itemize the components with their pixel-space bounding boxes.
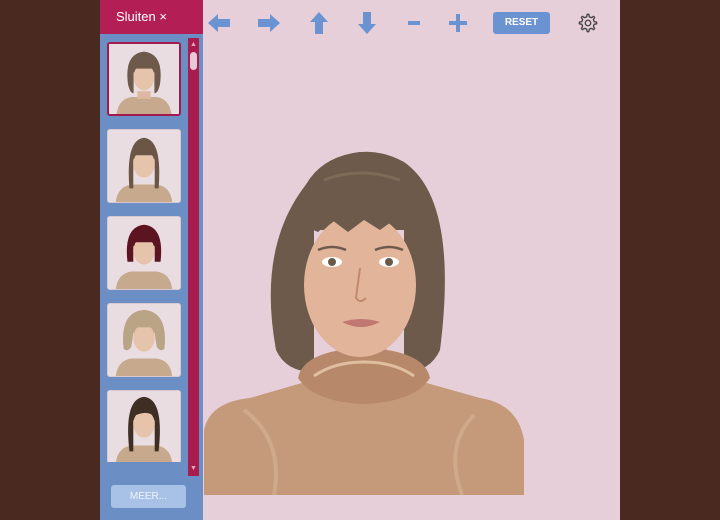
hairstyle-sidebar: Sluiten × ▲ ▼ MEER... — [100, 0, 203, 520]
more-button[interactable]: MEER... — [111, 485, 186, 508]
enlarge-button[interactable] — [443, 8, 473, 38]
shrink-button[interactable] — [399, 8, 429, 38]
hairstyle-preview-image — [108, 217, 180, 289]
hairstyle-preview-image — [109, 44, 179, 114]
portrait-image — [204, 151, 524, 495]
scrollbar-thumb[interactable] — [190, 52, 197, 70]
close-button[interactable]: Sluiten × — [100, 0, 203, 34]
hairstyle-preview-image — [108, 304, 180, 376]
hairstyle-preview-image — [108, 130, 180, 202]
reset-button[interactable]: RESET — [493, 12, 550, 34]
arrow-up-icon — [310, 12, 328, 34]
app-window: Sluiten × ▲ ▼ MEER... RESET — [100, 0, 620, 520]
scroll-down-arrow-icon[interactable]: ▼ — [188, 464, 199, 474]
hairstyle-thumbnail-list — [100, 38, 188, 462]
minus-icon — [408, 21, 420, 25]
hairstyle-thumbnail-2[interactable] — [107, 129, 181, 203]
plus-icon — [449, 14, 467, 32]
move-down-button[interactable] — [352, 8, 382, 38]
move-left-button[interactable] — [204, 8, 234, 38]
gear-icon — [578, 13, 598, 33]
thumbnail-scrollbar[interactable]: ▲ ▼ — [188, 38, 199, 476]
hairstyle-thumbnail-5[interactable] — [107, 390, 181, 462]
hairstyle-thumbnail-3[interactable] — [107, 216, 181, 290]
hairstyle-thumbnail-1[interactable] — [107, 42, 181, 116]
hairstyle-preview-image — [108, 391, 180, 462]
move-right-button[interactable] — [254, 8, 284, 38]
arrow-right-icon — [258, 14, 280, 32]
move-up-button[interactable] — [304, 8, 334, 38]
settings-button[interactable] — [578, 13, 598, 33]
arrow-down-icon — [358, 12, 376, 34]
scroll-up-arrow-icon[interactable]: ▲ — [188, 40, 199, 50]
arrow-left-icon — [208, 14, 230, 32]
hairstyle-thumbnail-4[interactable] — [107, 303, 181, 377]
hairstyle-preview-portrait — [204, 140, 526, 495]
